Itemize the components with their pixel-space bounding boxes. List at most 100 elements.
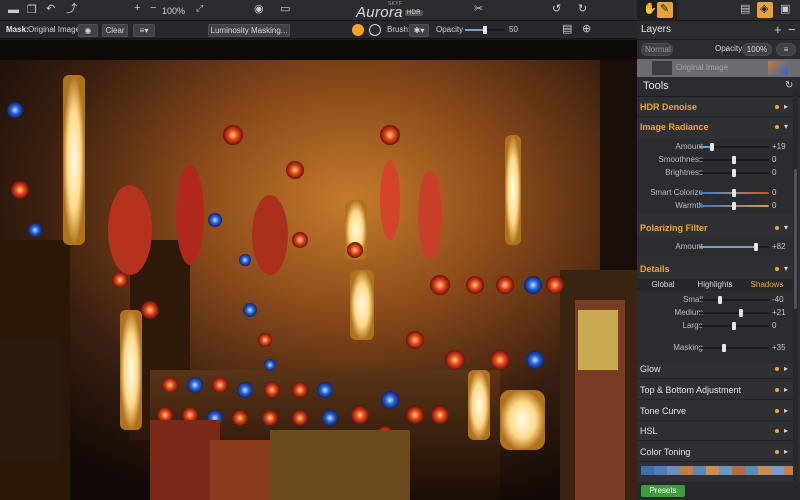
image-radiance-controls: Amount +19 Smoothness 0 Brightness 0 Sma… xyxy=(637,139,793,213)
brush-paint-toggle[interactable] xyxy=(352,24,364,36)
plugin-icon[interactable]: ✋ xyxy=(643,4,657,15)
slider-fill xyxy=(699,246,757,248)
slider-masking[interactable]: Masking +35 xyxy=(637,343,793,353)
slider-value: 0 xyxy=(772,168,777,177)
undo-arrow-icon[interactable]: ↶ xyxy=(46,4,55,15)
tab-shadows[interactable]: Shadows xyxy=(741,280,793,289)
mask-visibility-button[interactable]: ◉ xyxy=(78,24,98,37)
slider-knob[interactable] xyxy=(732,156,736,164)
tools-header: Tools ↻ xyxy=(637,77,800,97)
section-top-bottom-adjustment[interactable]: Top & Bottom Adjustment ▸ xyxy=(637,380,793,400)
eye-icon[interactable]: ◉ xyxy=(254,4,264,15)
slider-label: Smart Colorize xyxy=(650,188,703,197)
section-details[interactable]: Details ▾ xyxy=(637,259,793,279)
panel-scrollbar[interactable] xyxy=(793,89,798,500)
brush-settings-icon: ✱▾ xyxy=(413,26,425,35)
slider-knob[interactable] xyxy=(721,344,726,352)
slider-knob[interactable] xyxy=(732,202,736,210)
slider-knob[interactable] xyxy=(732,189,736,197)
right-panel: Layers + − Normal Opacity 100% ≡ Origina… xyxy=(637,21,800,500)
share-icon[interactable]: ⤴ xyxy=(66,4,77,15)
zoom-out-button[interactable]: − xyxy=(150,3,156,14)
chevron-right-icon: ▸ xyxy=(784,385,789,394)
crop-tools-icon[interactable]: ✂ xyxy=(474,4,483,15)
brush-label: Brush: xyxy=(387,25,411,34)
brush-settings-button[interactable]: ✱▾ xyxy=(409,24,429,37)
scrollbar-thumb[interactable] xyxy=(794,169,797,309)
slider-value: 0 xyxy=(772,201,777,210)
slider-smoothness[interactable]: Smoothness 0 xyxy=(637,155,793,165)
brush-tool-icon: ✎ xyxy=(660,3,670,15)
batch-files-icon[interactable]: ❐ xyxy=(27,5,37,16)
mask-menu-button[interactable]: ≡▾ xyxy=(133,24,155,37)
section-hdr-denoise[interactable]: HDR Denoise ▸ xyxy=(637,97,793,117)
section-polarizing-filter[interactable]: Polarizing Filter ▾ xyxy=(637,218,793,238)
undo-icon[interactable]: ↺ xyxy=(552,4,561,15)
layer-item[interactable]: Original Image xyxy=(637,59,800,77)
add-layer-button[interactable]: + xyxy=(774,23,782,36)
tab-highlights[interactable]: Highlights xyxy=(689,280,741,289)
preset-swatch[interactable] xyxy=(771,466,784,475)
section-title: HDR Denoise xyxy=(640,102,698,112)
slider-large[interactable]: Large 0 xyxy=(637,321,793,331)
preset-swatch[interactable] xyxy=(745,466,758,475)
luminosity-masking-button[interactable]: Luminosity Masking... xyxy=(208,24,290,37)
layers-title: Layers xyxy=(641,24,672,35)
preset-swatch[interactable] xyxy=(693,466,706,475)
preset-swatch[interactable] xyxy=(654,466,667,475)
zoom-level[interactable]: 100% xyxy=(162,6,185,16)
slider-knob[interactable] xyxy=(732,169,736,177)
chevron-right-icon: ▸ xyxy=(784,426,789,435)
preset-swatch[interactable] xyxy=(667,466,680,475)
layer-opacity-select[interactable]: 100% xyxy=(742,43,772,56)
preset-swatch[interactable] xyxy=(706,466,719,475)
slider-amount[interactable]: Amount +19 xyxy=(637,142,793,152)
opacity-slider[interactable] xyxy=(465,26,505,34)
image-canvas[interactable] xyxy=(0,40,637,500)
slider-smart-colorize[interactable]: Smart Colorize 0 xyxy=(637,188,793,198)
layers-header: Layers + − xyxy=(637,21,800,40)
details-controls: Small -40 Medium +21 Large 0 Masking +35 xyxy=(637,292,793,364)
preset-swatch[interactable] xyxy=(719,466,732,475)
section-glow[interactable]: Glow ▸ xyxy=(637,359,793,379)
slider-knob[interactable] xyxy=(739,309,743,317)
target-crosshair-icon[interactable]: ⊕ xyxy=(582,24,591,35)
tab-global[interactable]: Global xyxy=(637,280,689,289)
remove-layer-button[interactable]: − xyxy=(788,23,796,36)
section-hsl[interactable]: HSL ▸ xyxy=(637,421,793,441)
opacity-fill xyxy=(465,29,485,31)
open-folder-icon[interactable]: ▬ xyxy=(8,5,19,16)
slider-knob[interactable] xyxy=(732,322,736,330)
section-tone-curve[interactable]: Tone Curve ▸ xyxy=(637,401,793,421)
slider-warmth[interactable]: Warmth 0 xyxy=(637,201,793,211)
redo-icon[interactable]: ↻ xyxy=(578,4,587,15)
slider-small[interactable]: Small -40 xyxy=(637,295,793,305)
layers-panel-icon: ◈ xyxy=(760,3,769,15)
brush-erase-toggle[interactable] xyxy=(369,24,381,36)
histogram-icon[interactable]: ▤ xyxy=(740,4,750,15)
mask-toolbar: Mask: Original Image ◉ Clear ≡▾ Luminosi… xyxy=(0,21,637,39)
preset-swatch[interactable] xyxy=(732,466,745,475)
slider-knob[interactable] xyxy=(709,143,714,151)
section-image-radiance[interactable]: Image Radiance ▾ xyxy=(637,117,793,137)
section-color-toning[interactable]: Color Toning ▸ xyxy=(637,442,793,462)
slider-medium[interactable]: Medium +21 xyxy=(637,308,793,318)
clear-button[interactable]: Clear xyxy=(102,24,128,37)
mask-list-icon[interactable]: ▤ xyxy=(562,24,572,35)
slider-brightness[interactable]: Brightness 0 xyxy=(637,168,793,178)
chevron-down-icon: ▾ xyxy=(784,223,789,232)
presets-button[interactable]: Presets xyxy=(641,485,685,497)
preset-swatch[interactable] xyxy=(680,466,693,475)
compare-icon[interactable]: ▭ xyxy=(280,4,290,15)
fit-screen-icon[interactable]: ⤢ xyxy=(196,4,203,13)
preset-swatch[interactable] xyxy=(758,466,771,475)
image-icon[interactable]: ▣ xyxy=(780,4,790,15)
zoom-in-button[interactable]: + xyxy=(134,3,140,14)
slider-knob[interactable] xyxy=(754,243,759,251)
layer-menu-button[interactable]: ≡ xyxy=(776,43,796,56)
slider-knob[interactable] xyxy=(718,296,722,304)
preset-swatch[interactable] xyxy=(641,466,654,475)
opacity-knob[interactable] xyxy=(483,26,487,34)
blend-mode-select[interactable]: Normal xyxy=(641,43,673,56)
slider-polarizing-amount[interactable]: Amount +82 xyxy=(637,242,793,252)
